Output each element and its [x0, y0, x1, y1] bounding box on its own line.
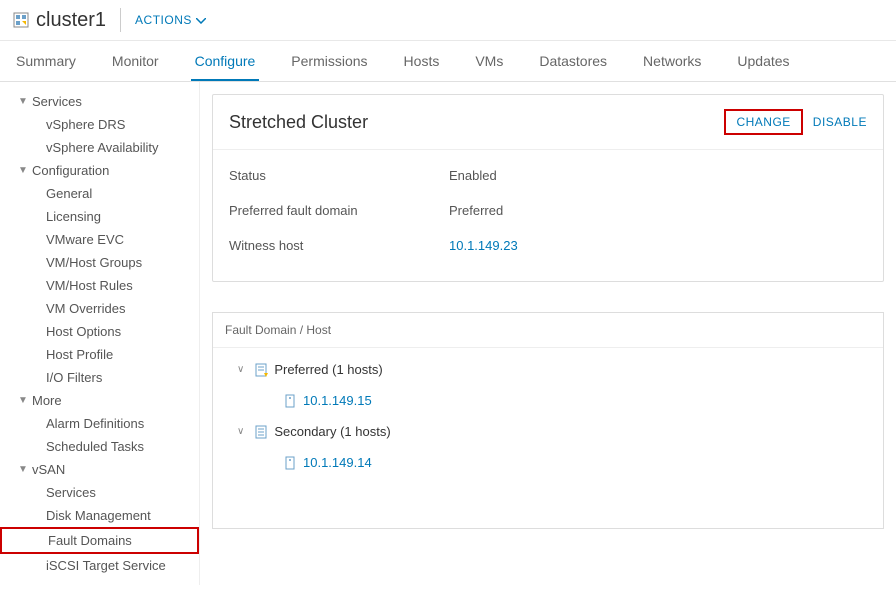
body-container: ▼ Services vSphere DRS vSphere Availabil… [0, 82, 896, 585]
tree-header-vsan[interactable]: ▼ vSAN [0, 458, 199, 481]
stretched-cluster-card: Stretched Cluster CHANGE DISABLE Status … [212, 94, 884, 282]
sidebar-item-vsphere-drs[interactable]: vSphere DRS [0, 113, 199, 136]
card-actions: CHANGE DISABLE [724, 109, 867, 135]
cluster-title: cluster1 [36, 9, 106, 32]
witness-host-link[interactable]: 10.1.149.23 [449, 238, 518, 253]
sidebar-item-scheduled-tasks[interactable]: Scheduled Tasks [0, 435, 199, 458]
card-body: Status Enabled Preferred fault domain Pr… [213, 150, 883, 281]
content-area: Stretched Cluster CHANGE DISABLE Status … [200, 82, 896, 585]
sidebar-item-vsan-services[interactable]: Services [0, 481, 199, 504]
card-title: Stretched Cluster [229, 112, 724, 133]
sidebar-item-host-options[interactable]: Host Options [0, 320, 199, 343]
header-divider [120, 8, 121, 32]
host-icon [283, 394, 297, 408]
tree-group-configuration: ▼ Configuration General Licensing VMware… [0, 159, 199, 389]
chevron-down-icon: ▼ [18, 165, 28, 176]
table-header: Fault Domain / Host [213, 313, 883, 348]
domain-row-secondary[interactable]: ∨ Secondary (1 hosts) [213, 416, 883, 447]
prop-row-pfd: Preferred fault domain Preferred [229, 193, 867, 228]
sidebar-item-io-filters[interactable]: I/O Filters [0, 366, 199, 389]
tree-header-label: vSAN [32, 462, 65, 477]
tab-summary[interactable]: Summary [12, 41, 80, 81]
chevron-down-icon: ∨ [237, 364, 244, 375]
sidebar-item-vsphere-availability[interactable]: vSphere Availability [0, 136, 199, 159]
tree-header-services[interactable]: ▼ Services [0, 90, 199, 113]
tree-group-services: ▼ Services vSphere DRS vSphere Availabil… [0, 90, 199, 159]
tree-header-label: Services [32, 94, 82, 109]
host-link[interactable]: 10.1.149.14 [303, 455, 372, 470]
tab-vms[interactable]: VMs [471, 41, 507, 81]
tree-header-label: More [32, 393, 62, 408]
tree-header-more[interactable]: ▼ More [0, 389, 199, 412]
sidebar-item-vmhost-groups[interactable]: VM/Host Groups [0, 251, 199, 274]
sidebar-item-disk-management[interactable]: Disk Management [0, 504, 199, 527]
host-link[interactable]: 10.1.149.15 [303, 393, 372, 408]
actions-label: ACTIONS [135, 13, 192, 27]
sidebar-item-vmhost-rules[interactable]: VM/Host Rules [0, 274, 199, 297]
sidebar-item-general[interactable]: General [0, 182, 199, 205]
sidebar-item-host-profile[interactable]: Host Profile [0, 343, 199, 366]
tab-datastores[interactable]: Datastores [535, 41, 611, 81]
tab-permissions[interactable]: Permissions [287, 41, 371, 81]
chevron-down-icon: ∨ [237, 426, 244, 437]
fault-domain-table: Fault Domain / Host ∨ Preferred (1 hosts… [212, 312, 884, 529]
tree-group-vsan: ▼ vSAN Services Disk Management Fault Do… [0, 458, 199, 577]
sidebar-item-licensing[interactable]: Licensing [0, 205, 199, 228]
host-icon [283, 456, 297, 470]
table-body: ∨ Preferred (1 hosts) [213, 348, 883, 528]
chevron-down-icon [196, 13, 206, 27]
host-row: 10.1.149.15 [213, 385, 883, 416]
sidebar-item-iscsi-target[interactable]: iSCSI Target Service [0, 554, 199, 577]
status-label: Status [229, 168, 449, 183]
domain-label: Preferred (1 hosts) [274, 362, 382, 377]
actions-dropdown[interactable]: ACTIONS [135, 13, 206, 27]
sidebar-item-vm-overrides[interactable]: VM Overrides [0, 297, 199, 320]
status-value: Enabled [449, 168, 497, 183]
sidebar-item-vmware-evc[interactable]: VMware EVC [0, 228, 199, 251]
disable-button[interactable]: DISABLE [813, 115, 867, 129]
pfd-value: Preferred [449, 203, 503, 218]
chevron-down-icon: ▼ [18, 96, 28, 107]
domain-preferred-icon [254, 363, 268, 377]
tab-configure[interactable]: Configure [191, 41, 260, 81]
tab-networks[interactable]: Networks [639, 41, 705, 81]
chevron-down-icon: ▼ [18, 395, 28, 406]
tree-header-configuration[interactable]: ▼ Configuration [0, 159, 199, 182]
main-tabs: Summary Monitor Configure Permissions Ho… [0, 41, 896, 82]
cluster-icon [12, 11, 30, 29]
config-sidebar: ▼ Services vSphere DRS vSphere Availabil… [0, 82, 200, 585]
tab-updates[interactable]: Updates [733, 41, 793, 81]
chevron-down-icon: ▼ [18, 464, 28, 475]
change-button[interactable]: CHANGE [724, 109, 802, 135]
tab-hosts[interactable]: Hosts [400, 41, 444, 81]
sidebar-item-fault-domains[interactable]: Fault Domains [0, 527, 199, 554]
domain-label: Secondary (1 hosts) [274, 424, 390, 439]
page-header: cluster1 ACTIONS [0, 0, 896, 41]
prop-row-status: Status Enabled [229, 158, 867, 193]
tree-header-label: Configuration [32, 163, 109, 178]
domain-icon [254, 425, 268, 439]
tree-group-more: ▼ More Alarm Definitions Scheduled Tasks [0, 389, 199, 458]
tab-monitor[interactable]: Monitor [108, 41, 163, 81]
witness-label: Witness host [229, 238, 449, 253]
card-header: Stretched Cluster CHANGE DISABLE [213, 95, 883, 150]
host-row: 10.1.149.14 [213, 447, 883, 478]
pfd-label: Preferred fault domain [229, 203, 449, 218]
prop-row-witness: Witness host 10.1.149.23 [229, 228, 867, 263]
sidebar-item-alarm-definitions[interactable]: Alarm Definitions [0, 412, 199, 435]
domain-row-preferred[interactable]: ∨ Preferred (1 hosts) [213, 354, 883, 385]
